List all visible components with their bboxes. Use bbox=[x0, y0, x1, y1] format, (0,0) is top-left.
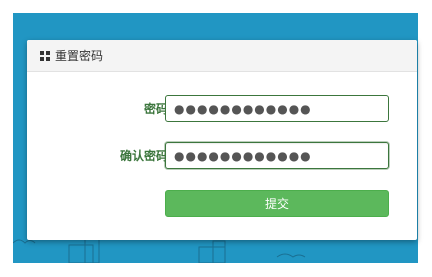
confirm-password-label: 确认密码 bbox=[119, 149, 168, 163]
panel-header: 重置密码 bbox=[27, 40, 417, 72]
reset-password-panel: 重置密码 密码 ●●●●●●●●●●●● 确认密码 ●●●●●●●●●●●● 提… bbox=[27, 40, 417, 240]
confirm-password-input[interactable]: ●●●●●●●●●●●● bbox=[165, 142, 389, 169]
submit-button[interactable]: 提交 bbox=[165, 190, 389, 217]
confirm-password-row: 确认密码 ●●●●●●●●●●●● bbox=[27, 142, 417, 170]
password-row: 密码 ●●●●●●●●●●●● bbox=[27, 95, 417, 123]
panel-title: 重置密码 bbox=[55, 49, 104, 63]
grid-icon bbox=[40, 50, 50, 61]
password-input[interactable]: ●●●●●●●●●●●● bbox=[165, 95, 389, 122]
